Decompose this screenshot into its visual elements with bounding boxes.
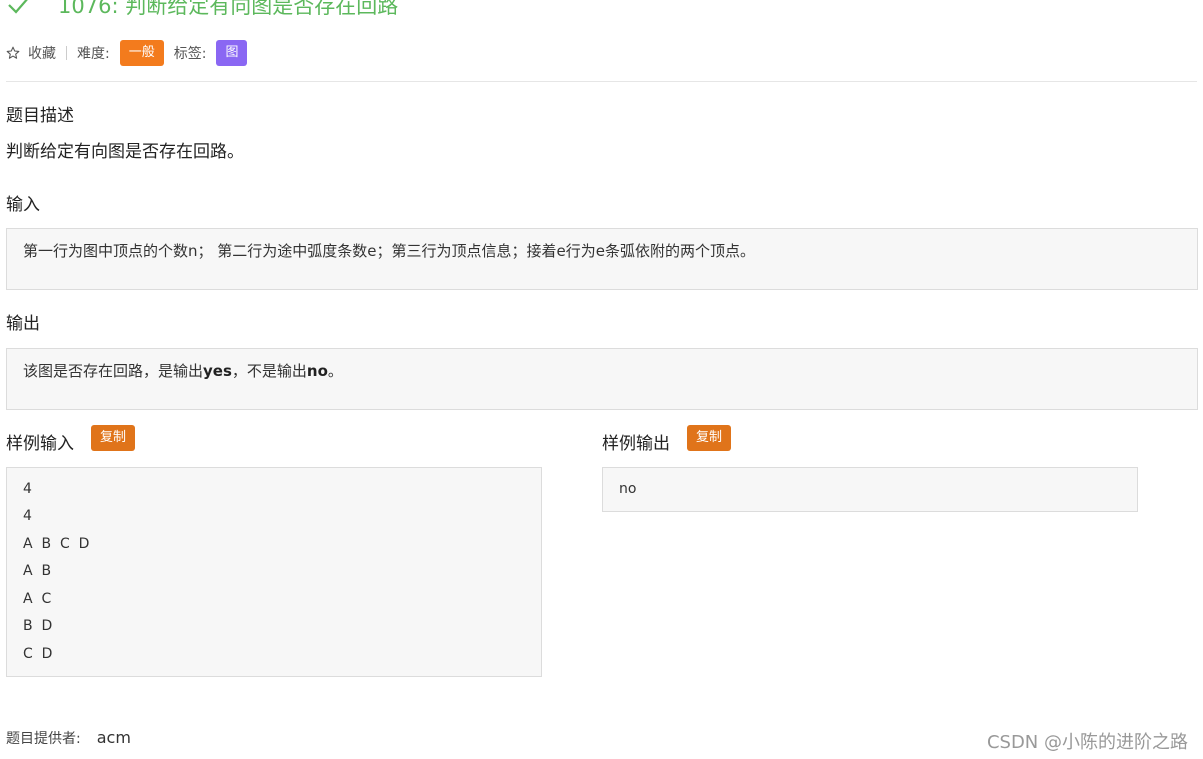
header-divider — [6, 81, 1197, 82]
output-text-middle: ，不是输出 — [231, 362, 307, 380]
sample-input-line: A B — [23, 563, 52, 579]
check-icon — [8, 0, 28, 14]
output-heading: 输出 — [6, 314, 40, 334]
star-icon[interactable] — [6, 46, 20, 60]
provider-label: 题目提供者: — [6, 731, 81, 747]
favorite-link[interactable]: 收藏 — [28, 43, 56, 63]
description-text: 判断给定有向图是否存在回路。 — [6, 142, 244, 162]
problem-meta: 收藏 难度: 一般 标签: 图 — [6, 39, 248, 66]
sample-input-line: B D — [23, 618, 53, 634]
output-text-prefix: 该图是否存在回路，是输出 — [23, 362, 204, 380]
meta-divider — [66, 45, 67, 60]
output-no-word: no — [306, 362, 328, 380]
input-description-text: 第一行为图中顶点的个数n； 第二行为途中弧度条数e；第三行为顶点信息；接着e行为… — [23, 242, 755, 260]
sample-input-box: 4 4 A B C D A B A C B D C D — [6, 467, 542, 677]
output-description-box: 该图是否存在回路，是输出yes，不是输出no。 — [6, 348, 1198, 410]
copy-sample-input-button[interactable]: 复制 — [91, 425, 136, 451]
sample-output-box: no — [602, 467, 1138, 512]
output-yes-word: yes — [203, 362, 232, 380]
sample-input-line: A B C D — [23, 536, 90, 552]
copy-sample-output-button[interactable]: 复制 — [687, 425, 732, 451]
csdn-watermark: CSDN @小陈的进阶之路 — [986, 732, 1188, 753]
sample-input-line: 4 — [23, 508, 32, 524]
sample-input-line: A C — [23, 591, 52, 607]
sample-input-line: C D — [23, 646, 53, 662]
output-text-suffix: 。 — [327, 362, 343, 380]
sample-input-line: 4 — [23, 481, 32, 497]
difficulty-badge: 一般 — [119, 39, 164, 66]
sample-output-line: no — [619, 481, 637, 497]
problem-title-row: 1076: 判断给定有向图是否存在回路 — [6, 0, 398, 22]
sample-output-heading: 样例输出 — [602, 434, 670, 454]
output-description-text: 该图是否存在回路，是输出yes，不是输出no。 — [23, 360, 343, 381]
description-heading: 题目描述 — [6, 106, 74, 126]
problem-title: 1076: 判断给定有向图是否存在回路 — [58, 0, 399, 18]
provider-value: acm — [96, 728, 131, 747]
tag-badge[interactable]: 图 — [216, 39, 248, 66]
problem-provider: 题目提供者: acm — [6, 728, 131, 748]
input-description-box: 第一行为图中顶点的个数n； 第二行为途中弧度条数e；第三行为顶点信息；接着e行为… — [6, 228, 1198, 290]
difficulty-label: 难度: — [77, 45, 110, 62]
sample-input-heading: 样例输入 — [6, 434, 74, 454]
tag-label: 标签: — [173, 45, 207, 62]
input-heading: 输入 — [6, 195, 40, 215]
